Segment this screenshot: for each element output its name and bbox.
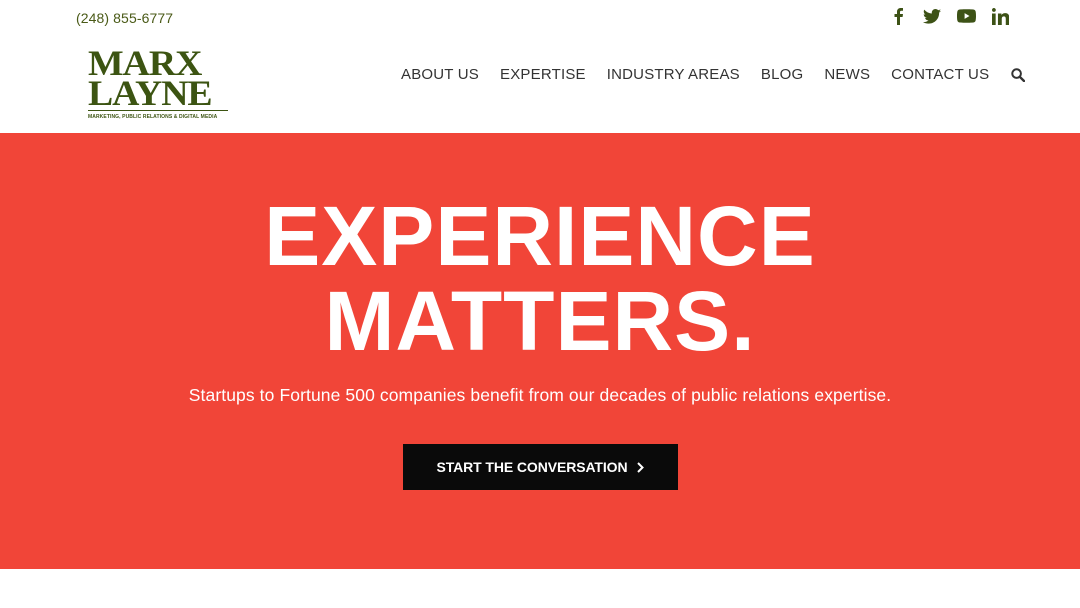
hero-banner: EXPERIENCE MATTERS. Startups to Fortune … <box>0 133 1080 569</box>
logo-rule <box>88 110 228 111</box>
hero-title-line-1: EXPERIENCE <box>264 189 816 283</box>
logo-tagline: MARKETING, PUBLIC RELATIONS & DIGITAL ME… <box>88 114 218 120</box>
logo-line-2: LAYNE <box>88 73 213 113</box>
linkedin-icon[interactable] <box>990 6 1010 26</box>
start-conversation-button[interactable]: START THE CONVERSATION <box>403 444 678 490</box>
cta-label: START THE CONVERSATION <box>436 459 628 475</box>
top-bar: (248) 855-6777 <box>0 0 1080 36</box>
content-area <box>0 569 1080 608</box>
marx-layne-logo[interactable]: MARX LAYNE MARKETING, PUBLIC RELATIONS &… <box>88 45 230 126</box>
nav-about-us[interactable]: ABOUT US <box>401 66 479 83</box>
main-nav: ABOUT US EXPERTISE INDUSTRY AREAS BLOG N… <box>401 66 1026 83</box>
hero-title-line-2: MATTERS. <box>324 274 756 368</box>
phone-number[interactable]: (248) 855-6777 <box>76 10 173 26</box>
nav-contact-us[interactable]: CONTACT US <box>891 66 989 83</box>
nav-industry-areas[interactable]: INDUSTRY AREAS <box>607 66 740 83</box>
search-icon[interactable] <box>1010 67 1026 83</box>
twitter-icon[interactable] <box>922 6 942 26</box>
social-links <box>888 6 1010 26</box>
facebook-icon[interactable] <box>888 6 908 26</box>
nav-news[interactable]: NEWS <box>824 66 870 83</box>
nav-blog[interactable]: BLOG <box>761 66 803 83</box>
site-header: MARX LAYNE MARKETING, PUBLIC RELATIONS &… <box>0 36 1080 133</box>
chevron-right-icon <box>637 461 645 473</box>
hero-subtitle: Startups to Fortune 500 companies benefi… <box>188 385 892 405</box>
nav-expertise[interactable]: EXPERTISE <box>500 66 586 83</box>
youtube-icon[interactable] <box>956 6 976 26</box>
